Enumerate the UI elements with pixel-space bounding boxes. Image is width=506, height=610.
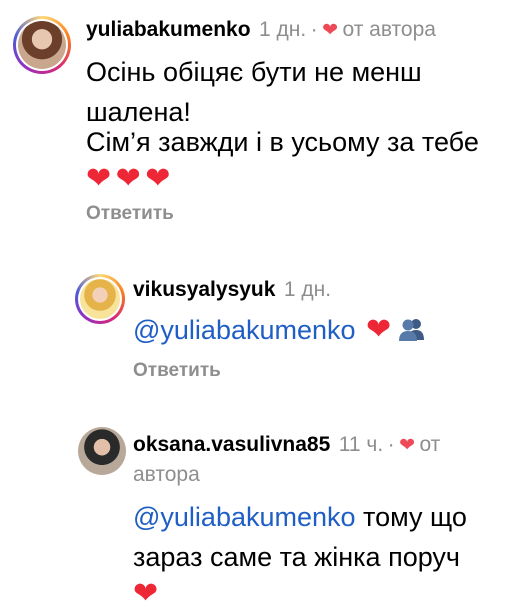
comment-text-line: Осінь обіцяє бути не менш — [86, 57, 422, 87]
avatar-photo — [80, 279, 120, 319]
avatar-photo — [18, 21, 66, 69]
comment-2: vikusyalysyuk 1 дн. @yuliabakumenko ❤ От… — [0, 260, 506, 400]
avatar-photo — [78, 427, 126, 475]
comment-username[interactable]: yuliabakumenko — [86, 18, 251, 41]
comment-1: yuliabakumenko 1 дн. · ❤ от автора Осінь… — [0, 0, 506, 240]
red-heart-emoji: ❤ — [365, 313, 392, 346]
liked-by-author: от — [419, 433, 441, 456]
mention-link[interactable]: @yuliabakumenko — [133, 315, 356, 345]
comment-3: oksana.vasulivna85 11 ч. · ❤ от автора @… — [0, 415, 506, 609]
red-heart-emoji: ❤ — [145, 162, 171, 195]
red-heart-emoji: ❤ — [115, 162, 141, 195]
reply-button[interactable]: Ответить — [133, 360, 221, 382]
liked-by-author: от автора — [342, 18, 436, 41]
comment-age: 1 дн. — [283, 278, 332, 301]
comment-text: тому що — [355, 502, 467, 532]
comment-username[interactable]: vikusyalysyuk — [133, 278, 275, 301]
comment-username[interactable]: oksana.vasulivna85 — [133, 433, 330, 456]
comment-text-line: зараз саме та жінка поруч — [133, 542, 460, 572]
liked-by-author-cont: автора — [133, 463, 200, 486]
comment-text-line: Сім’я завжди і в усьому за тебе — [86, 127, 479, 157]
busts-in-silhouette-emoji — [396, 317, 428, 341]
heart-icon: ❤ — [322, 20, 339, 41]
mention-link[interactable]: @yuliabakumenko — [133, 502, 356, 532]
separator-dot: · — [387, 433, 395, 456]
avatar[interactable] — [13, 16, 71, 74]
red-heart-emoji: ❤ — [133, 577, 159, 610]
reply-button[interactable]: Ответить — [86, 203, 174, 225]
separator-dot: · — [310, 18, 318, 41]
comment-age: 1 дн. — [259, 18, 307, 41]
heart-icon: ❤ — [399, 435, 415, 456]
comment-text-line: @yuliabakumenko тому що — [133, 497, 467, 537]
red-heart-emoji: ❤ — [86, 162, 112, 195]
comment-age: 11 ч. — [338, 433, 384, 456]
avatar[interactable] — [75, 274, 125, 324]
avatar[interactable] — [78, 427, 126, 475]
